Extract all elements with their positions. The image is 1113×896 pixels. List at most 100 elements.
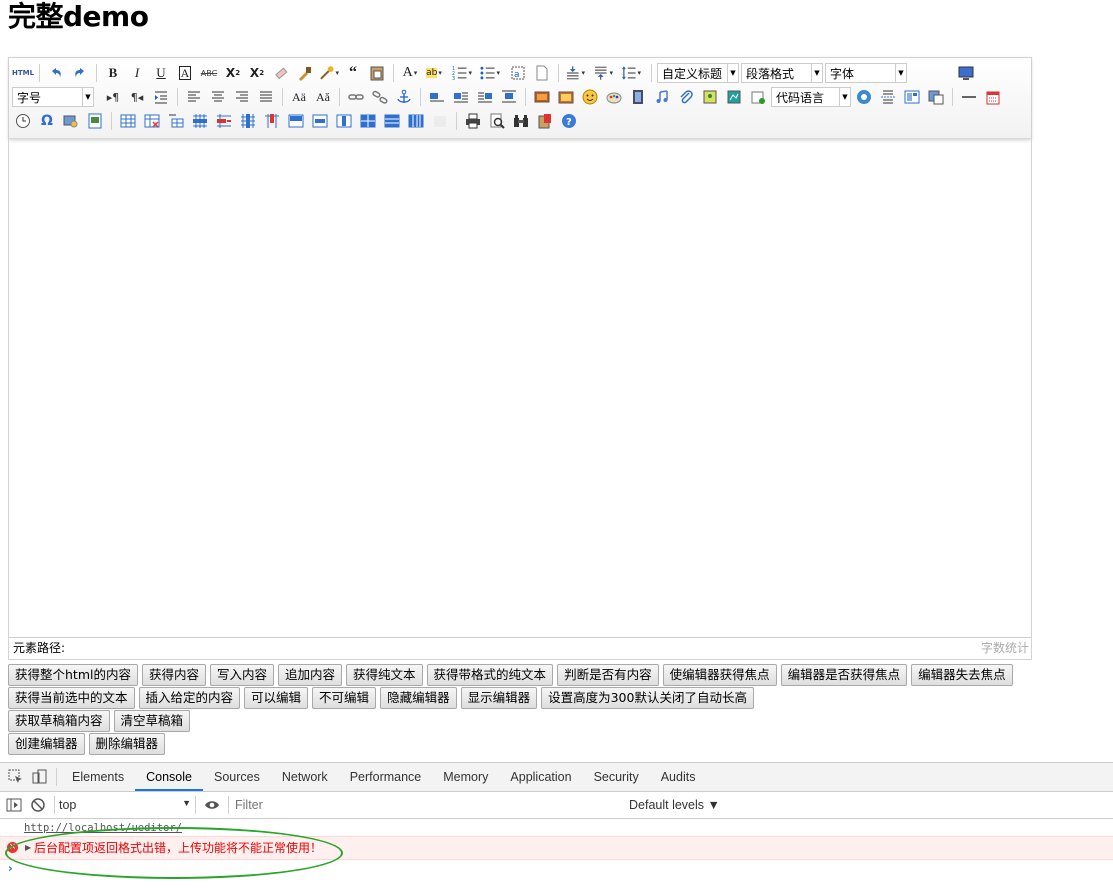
- time-icon[interactable]: [13, 111, 33, 131]
- image-left-icon[interactable]: [451, 87, 471, 107]
- get-local-data-button[interactable]: 获取草稿箱内容: [8, 710, 110, 732]
- image-center-icon[interactable]: [499, 87, 519, 107]
- show-sidebar-icon[interactable]: [4, 795, 24, 815]
- delete-editor-button[interactable]: 删除编辑器: [88, 733, 166, 755]
- set-show-button[interactable]: 显示编辑器: [460, 687, 538, 709]
- web-app-icon[interactable]: [854, 87, 874, 107]
- split-to-cols-icon[interactable]: [406, 111, 426, 131]
- insert-row-icon[interactable]: [190, 111, 210, 131]
- bold-icon[interactable]: B: [103, 63, 123, 83]
- insert-image-icon[interactable]: [556, 87, 576, 107]
- blockquote-icon[interactable]: “: [343, 63, 363, 83]
- scrawl-icon[interactable]: [604, 87, 624, 107]
- merge-cells-icon[interactable]: [286, 111, 306, 131]
- gmap-icon[interactable]: [724, 87, 744, 107]
- set-blur-button[interactable]: 编辑器失去焦点: [911, 664, 1013, 686]
- image-none-icon[interactable]: [427, 87, 447, 107]
- unordered-list-icon[interactable]: ▾: [480, 63, 500, 83]
- unlink-icon[interactable]: [370, 87, 390, 107]
- log-levels-select[interactable]: Default levels ▼: [629, 798, 720, 812]
- row-spacing-top-icon[interactable]: ▾: [565, 63, 585, 83]
- special-chars-icon[interactable]: Ω: [37, 111, 57, 131]
- code-language-select[interactable]: 代码语言 ▼: [771, 87, 851, 107]
- attachment-icon[interactable]: [676, 87, 696, 107]
- align-right-icon[interactable]: [232, 87, 252, 107]
- map-icon[interactable]: [700, 87, 720, 107]
- align-center-icon[interactable]: [208, 87, 228, 107]
- print-icon[interactable]: [463, 111, 483, 131]
- is-focus-button[interactable]: 编辑器是否获得焦点: [780, 664, 908, 686]
- get-selected-text-button[interactable]: 获得当前选中的文本: [8, 687, 135, 709]
- clear-local-data-button[interactable]: 清空草稿箱: [113, 710, 191, 732]
- insert-frame-icon[interactable]: [748, 87, 768, 107]
- custom-title-select[interactable]: 自定义标题 ▼: [657, 63, 739, 83]
- horizontal-rule-icon[interactable]: [959, 87, 979, 107]
- date-icon[interactable]: [983, 87, 1003, 107]
- set-content-button[interactable]: 写入内容: [210, 664, 275, 686]
- select-all-icon[interactable]: a: [508, 63, 528, 83]
- font-size-select[interactable]: 字号 ▼: [12, 87, 94, 107]
- tab-elements[interactable]: Elements: [61, 763, 135, 791]
- music-icon[interactable]: [652, 87, 672, 107]
- tab-network[interactable]: Network: [271, 763, 339, 791]
- fullscreen-icon[interactable]: [956, 63, 976, 83]
- to-uppercase-icon[interactable]: Aä: [289, 87, 309, 107]
- format-match-icon[interactable]: [295, 63, 315, 83]
- console-filter-input[interactable]: [233, 794, 623, 816]
- set-enabled-button[interactable]: 可以编辑: [244, 687, 309, 709]
- set-height-button[interactable]: 设置高度为300默认关闭了自动长高: [541, 687, 754, 709]
- has-content-button[interactable]: 判断是否有内容: [557, 664, 659, 686]
- paragraph-format-select[interactable]: 段落格式 ▼: [741, 63, 823, 83]
- drafts-icon[interactable]: [535, 111, 555, 131]
- page-break-icon[interactable]: [878, 87, 898, 107]
- device-toolbar-icon[interactable]: [30, 767, 50, 787]
- insert-paragraph-before-table-icon[interactable]: [166, 111, 186, 131]
- tab-memory[interactable]: Memory: [432, 763, 499, 791]
- image-right-icon[interactable]: [475, 87, 495, 107]
- get-all-html-button[interactable]: 获得整个html的内容: [8, 664, 138, 686]
- delete-table-icon[interactable]: [142, 111, 162, 131]
- append-content-button[interactable]: 追加内容: [278, 664, 343, 686]
- tab-application[interactable]: Application: [499, 763, 582, 791]
- row-spacing-bottom-icon[interactable]: ▾: [593, 63, 613, 83]
- background-color-icon[interactable]: ab ▾: [424, 63, 444, 83]
- insert-col-icon[interactable]: [238, 111, 258, 131]
- remove-format-icon[interactable]: [271, 63, 291, 83]
- rtl-direction-icon[interactable]: ¶◂: [127, 87, 147, 107]
- merge-right-icon[interactable]: [310, 111, 330, 131]
- tab-performance[interactable]: Performance: [339, 763, 433, 791]
- insert-table-icon[interactable]: [118, 111, 138, 131]
- charts-icon[interactable]: [430, 111, 450, 131]
- eye-icon[interactable]: [202, 795, 222, 815]
- font-family-select[interactable]: 字体 ▼: [825, 63, 907, 83]
- indent-icon[interactable]: [151, 87, 171, 107]
- template-icon[interactable]: [902, 87, 922, 107]
- get-formatted-text-button[interactable]: 获得带格式的纯文本: [426, 664, 554, 686]
- tab-audits[interactable]: Audits: [650, 763, 707, 791]
- help-icon[interactable]: ?: [559, 111, 579, 131]
- tab-sources[interactable]: Sources: [203, 763, 271, 791]
- emotion-icon[interactable]: [580, 87, 600, 107]
- expand-arrow-icon[interactable]: ▶: [25, 837, 31, 859]
- auto-typeset-icon[interactable]: ▾: [319, 63, 339, 83]
- editor-content-area[interactable]: [9, 138, 1031, 637]
- background-icon[interactable]: [926, 87, 946, 107]
- get-content-button[interactable]: 获得内容: [141, 664, 206, 686]
- split-to-cells-icon[interactable]: [358, 111, 378, 131]
- tab-console[interactable]: Console: [135, 763, 203, 791]
- merge-down-icon[interactable]: [334, 111, 354, 131]
- inspect-element-icon[interactable]: [6, 767, 26, 787]
- clear-console-icon[interactable]: [28, 795, 48, 815]
- italic-icon[interactable]: I: [127, 63, 147, 83]
- font-color-icon[interactable]: A ▾: [400, 63, 420, 83]
- create-editor-button[interactable]: 创建编辑器: [8, 733, 85, 755]
- preview-icon[interactable]: [487, 111, 507, 131]
- ltr-direction-icon[interactable]: ▸¶: [103, 87, 123, 107]
- font-border-icon[interactable]: A: [175, 63, 195, 83]
- search-icon[interactable]: [511, 111, 531, 131]
- subscript-icon[interactable]: X2: [247, 63, 267, 83]
- log-url-link[interactable]: http://localhost/ueditor/: [24, 822, 182, 834]
- ordered-list-icon[interactable]: 1 2 3 ▾: [452, 63, 472, 83]
- clear-doc-icon[interactable]: [532, 63, 552, 83]
- set-focus-button[interactable]: 使编辑器获得焦点: [662, 664, 777, 686]
